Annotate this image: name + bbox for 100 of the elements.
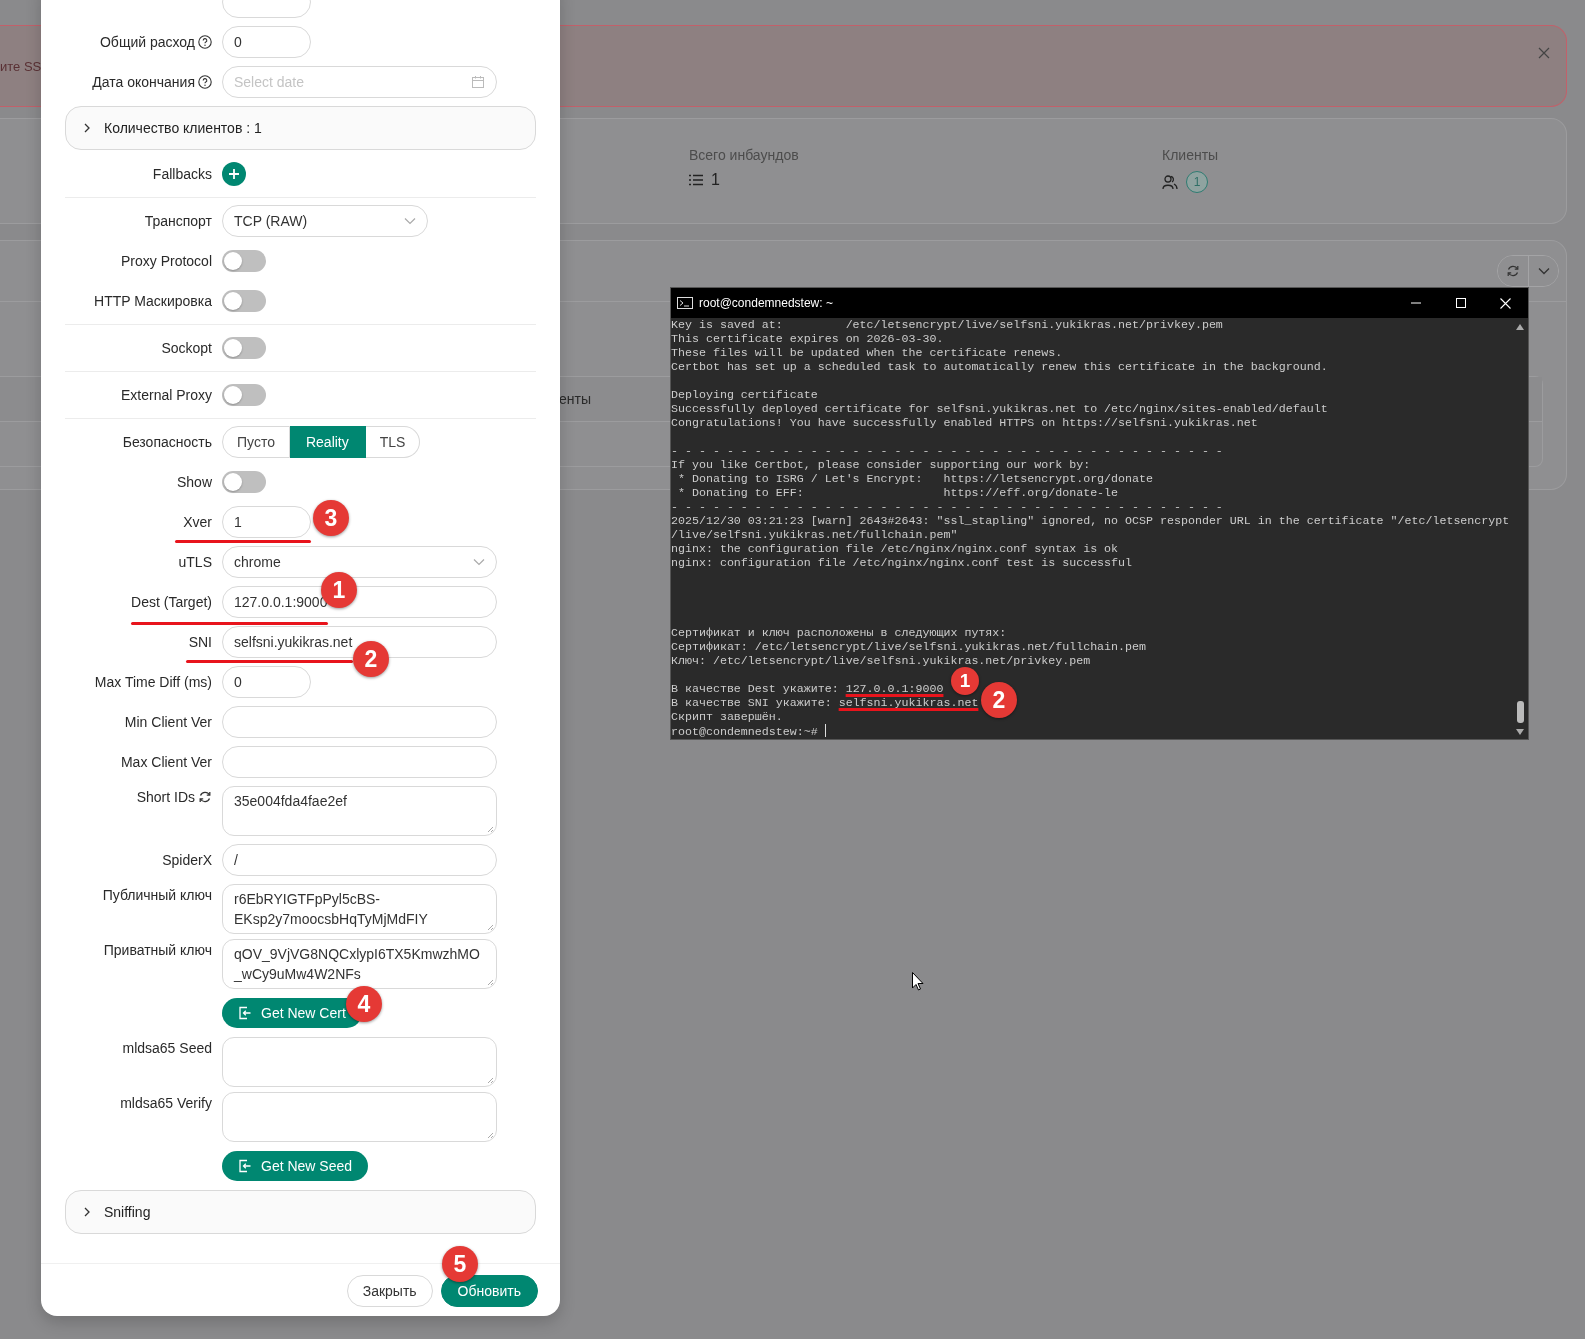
terminal-line: Congratulations! You have successfully enabled HTTPS on https://selfsni.yukikras.net bbox=[671, 416, 1258, 430]
toggle-switch[interactable] bbox=[222, 337, 266, 359]
import-icon bbox=[238, 1159, 252, 1173]
terminal-icon bbox=[677, 297, 693, 309]
scroll-down-icon[interactable] bbox=[1516, 729, 1524, 735]
toggle-switch[interactable] bbox=[222, 471, 266, 493]
terminal-line: В качестве SNI укажите: selfsni.yukikras.net bbox=[671, 696, 979, 710]
field-label: mldsa65 Seed bbox=[122, 1040, 212, 1056]
action-button[interactable]: Get New Seed bbox=[222, 1151, 369, 1181]
terminal-line: nginx: configuration file /etc/nginx/nginx.conf test is successful bbox=[671, 556, 1133, 570]
users-icon bbox=[1162, 174, 1178, 190]
resize-grip-icon[interactable] bbox=[487, 826, 494, 833]
input-field[interactable]: 1 bbox=[222, 506, 311, 538]
terminal-line: Certbot has set up a scheduled task to automatically renew this certificate in the background. bbox=[671, 360, 1328, 374]
field-label: Min Client Ver bbox=[124, 714, 212, 730]
field-label: Short IDs bbox=[136, 789, 195, 805]
text-area[interactable]: r6EbRYIGTFpPyl5cBS-EKsp2y7moocsbHqTyMjMdFIY bbox=[222, 884, 497, 934]
resize-grip-icon[interactable] bbox=[487, 1132, 494, 1139]
text-area[interactable] bbox=[222, 1037, 497, 1087]
field-label: Show bbox=[176, 474, 212, 490]
terminal-line: Deploying certificate bbox=[671, 388, 818, 402]
field-label: Приватный ключ bbox=[103, 942, 212, 958]
field-label: Дата окончания bbox=[92, 74, 195, 90]
add-button[interactable] bbox=[222, 162, 246, 186]
list-icon bbox=[689, 174, 703, 186]
resize-grip-icon[interactable] bbox=[487, 979, 494, 986]
terminal-line: Скрипт завершён. bbox=[671, 710, 783, 724]
refresh-icon[interactable] bbox=[198, 790, 212, 804]
terminal-line: nginx: the configuration file /etc/nginx/nginx.conf syntax is ok bbox=[671, 542, 1119, 556]
field-label: Proxy Protocol bbox=[120, 253, 212, 269]
field-label: Публичный ключ bbox=[102, 887, 212, 903]
field-label: uTLS bbox=[178, 554, 212, 570]
scroll-up-icon[interactable] bbox=[1516, 324, 1524, 330]
terminal-line: - - - - - - - - - - - - - - - - - - - - - - - - - - - - - - - - - - - - - - - - bbox=[671, 444, 1223, 458]
collapse-panel[interactable]: Количество клиентов : 1 bbox=[65, 106, 536, 150]
resize-grip-icon[interactable] bbox=[487, 1077, 494, 1084]
maximize-icon bbox=[1455, 298, 1466, 308]
panel-title: Количество клиентов : 1 bbox=[104, 120, 262, 136]
input-field[interactable]: / bbox=[222, 844, 497, 876]
stat-label: Клиенты bbox=[1162, 147, 1220, 163]
chevron-down-icon bbox=[1537, 267, 1550, 275]
scrollbar-thumb[interactable] bbox=[1517, 701, 1524, 723]
dropdown-field[interactable]: chrome bbox=[222, 546, 497, 578]
terminal-line: * Donating to ISRG / Let's Encrypt: https://letsencrypt.org/donate bbox=[677, 472, 1153, 486]
field-label: Общий расход bbox=[99, 34, 195, 50]
input-field[interactable] bbox=[222, 706, 497, 738]
toggle-switch[interactable] bbox=[222, 384, 266, 406]
terminal-line: Сертификат и ключ расположены в следующих путях: bbox=[671, 626, 1007, 640]
input-field[interactable]: 0 bbox=[222, 26, 311, 58]
chevron-down-icon bbox=[404, 217, 416, 225]
count-badge: 1 bbox=[1186, 171, 1208, 193]
expand-button[interactable] bbox=[1528, 256, 1558, 286]
field-label: Max Time Diff (ms) bbox=[94, 674, 212, 690]
terminal-line: Сертификат: /etc/letsencrypt/live/selfsni.yukikras.net/fullchain.pem bbox=[671, 640, 1146, 654]
text-cursor bbox=[824, 724, 826, 737]
terminal-line: /live/selfsni.yukikras.net/fullchain.pem" bbox=[671, 528, 958, 542]
shell-prompt: root@condemnedstew:~# bbox=[671, 725, 818, 738]
column-header: енты bbox=[559, 391, 591, 407]
input-field[interactable] bbox=[222, 746, 497, 778]
terminal-line: These files will be updated when the certificate renews. bbox=[671, 346, 1063, 360]
field-label: Max Client Ver bbox=[120, 754, 212, 770]
close-icon[interactable] bbox=[1538, 47, 1550, 59]
terminal-line: - - - - - - - - - - - - - - - - - - - - - - - - - - - - - - - - - - - - - - - - bbox=[671, 500, 1223, 514]
toggle-switch[interactable] bbox=[222, 250, 266, 272]
resize-grip-icon[interactable] bbox=[487, 924, 494, 931]
collapse-panel[interactable]: Sniffing bbox=[65, 1190, 536, 1234]
close-button[interactable]: Закрыть bbox=[346, 1275, 433, 1307]
stat-label: Всего инбаундов bbox=[689, 147, 800, 163]
segment-tab[interactable]: TLS bbox=[365, 426, 421, 458]
field-label: mldsa65 Verify bbox=[120, 1095, 212, 1111]
text-area[interactable]: qOV_9VjVG8NQCxlypI6TX5KmwzhMO_wCy9uMw4W2NFs bbox=[222, 939, 497, 989]
update-button[interactable]: Обновить bbox=[440, 1275, 538, 1307]
segment-tab[interactable]: Пусто bbox=[222, 426, 290, 458]
panel-title: Sniffing bbox=[104, 1204, 151, 1220]
field-label: SpiderX bbox=[162, 852, 212, 868]
terminal-line: Successfully deployed certificate for selfsni.yukikras.net to /etc/nginx/sites-enabled/default bbox=[671, 402, 1328, 416]
calendar-icon bbox=[471, 75, 485, 89]
stat-value: 1 bbox=[711, 171, 720, 189]
field-label: Безопасность bbox=[122, 434, 212, 450]
text-area[interactable] bbox=[222, 1092, 497, 1142]
dropdown-field[interactable]: TCP (RAW) bbox=[222, 205, 428, 237]
minimize-icon bbox=[1410, 302, 1421, 304]
field-label: Fallbacks bbox=[152, 166, 212, 182]
mouse-pointer-icon bbox=[912, 972, 924, 991]
toggle-switch[interactable] bbox=[222, 290, 266, 312]
refresh-icon bbox=[1506, 264, 1520, 278]
segment-tab[interactable]: Reality bbox=[289, 426, 366, 458]
close-icon bbox=[1500, 297, 1511, 309]
field-label: External Proxy bbox=[120, 387, 212, 403]
input-field[interactable]: 0 bbox=[222, 666, 311, 698]
field-label: Xver bbox=[183, 514, 212, 530]
field-label: Dest (Target) bbox=[131, 594, 212, 610]
text-area[interactable]: 35e004fda4fae2ef bbox=[222, 786, 497, 836]
field-label: Транспорт bbox=[144, 213, 212, 229]
import-icon bbox=[238, 1006, 252, 1020]
field-label: HTTP Маскировка bbox=[94, 293, 212, 309]
terminal-line: If you like Certbot, please consider supporting our work by: bbox=[671, 458, 1091, 472]
terminal-line: * Donating to EFF: https://eff.org/donate-le bbox=[677, 486, 1119, 500]
terminal-line: Key is saved at: /etc/letsencrypt/live/selfsni.yukikras.net/privkey.pem bbox=[671, 318, 1223, 332]
terminal-line: 2025/12/30 03:21:23 [warn] 2643#2643: "ssl_stapling" ignored, no OCSP responder URL in the certificate "/etc/letsencrypt bbox=[671, 514, 1510, 528]
